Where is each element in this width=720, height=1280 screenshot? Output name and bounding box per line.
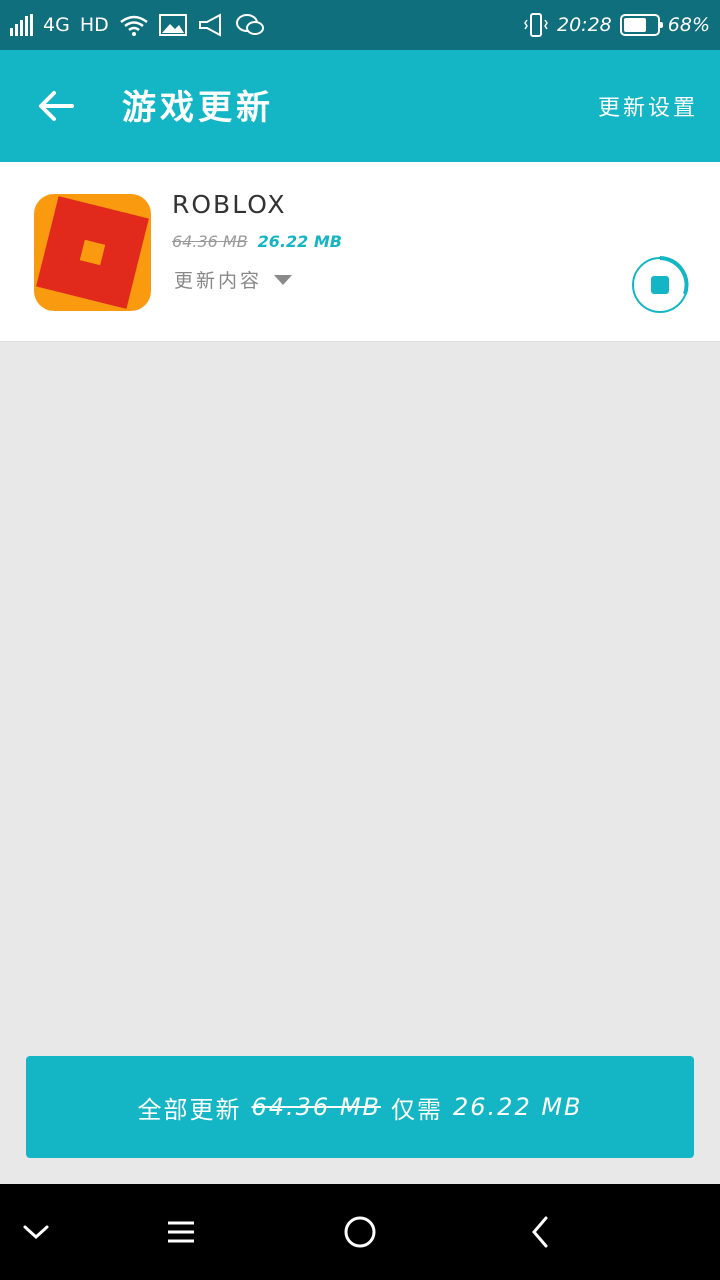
status-bar-right: 20:28 68%	[523, 12, 710, 38]
update-settings-link[interactable]: 更新设置	[598, 90, 698, 122]
caret-down-icon	[274, 274, 293, 285]
update-all-button[interactable]: 全部更新 64.36 MB 仅需 26.22 MB	[26, 1056, 694, 1158]
menu-icon	[168, 1221, 194, 1243]
clock: 20:28	[557, 14, 612, 36]
status-bar-left: 4G HD	[10, 13, 265, 37]
nav-back-button[interactable]	[516, 1208, 564, 1256]
home-circle-icon	[344, 1216, 376, 1248]
battery-percent: 68%	[667, 14, 710, 36]
gallery-icon	[158, 14, 187, 36]
download-progress-stop-icon	[632, 256, 689, 313]
wifi-icon	[119, 15, 148, 36]
arrow-left-icon	[39, 91, 74, 121]
chevron-down-icon	[23, 1225, 49, 1240]
app-sizes: 64.36 MB 26.22 MB	[172, 232, 342, 251]
roblox-app-icon	[34, 194, 151, 311]
update-all-label: 全部更新	[137, 1095, 242, 1124]
nav-home-button[interactable]	[336, 1208, 384, 1256]
app-header: 游戏更新 更新设置	[0, 50, 720, 162]
megaphone-icon	[198, 13, 221, 37]
status-bar: 4G HD 20:28 68%	[0, 0, 720, 50]
vibrate-icon	[524, 13, 548, 37]
chevron-left-icon	[532, 1216, 548, 1248]
network-type: 4G	[43, 14, 70, 36]
signal-strength-icon	[10, 14, 33, 36]
download-progress-stop-button[interactable]	[631, 256, 689, 314]
new-size: 26.22 MB	[257, 232, 342, 251]
update-all-old-size: 64.36 MB	[251, 1093, 381, 1121]
list-item[interactable]: ROBLOX 64.36 MB 26.22 MB 更新内容	[0, 162, 720, 342]
update-content-label: 更新内容	[174, 270, 263, 292]
page-title: 游戏更新	[122, 88, 274, 128]
wechat-icon	[235, 14, 264, 35]
old-size: 64.36 MB	[172, 232, 248, 251]
hd-indicator: HD	[79, 14, 109, 36]
battery-icon	[619, 14, 663, 36]
app-name: ROBLOX	[172, 190, 287, 219]
update-all-new-size: 26.22 MB	[453, 1093, 583, 1121]
update-content-toggle[interactable]: 更新内容	[174, 266, 293, 293]
back-button[interactable]	[34, 84, 78, 128]
nav-menu-button[interactable]	[157, 1208, 205, 1256]
nav-hide-button[interactable]	[12, 1208, 60, 1256]
system-nav-bar	[0, 1184, 720, 1280]
update-all-only-label: 仅需	[391, 1095, 443, 1124]
